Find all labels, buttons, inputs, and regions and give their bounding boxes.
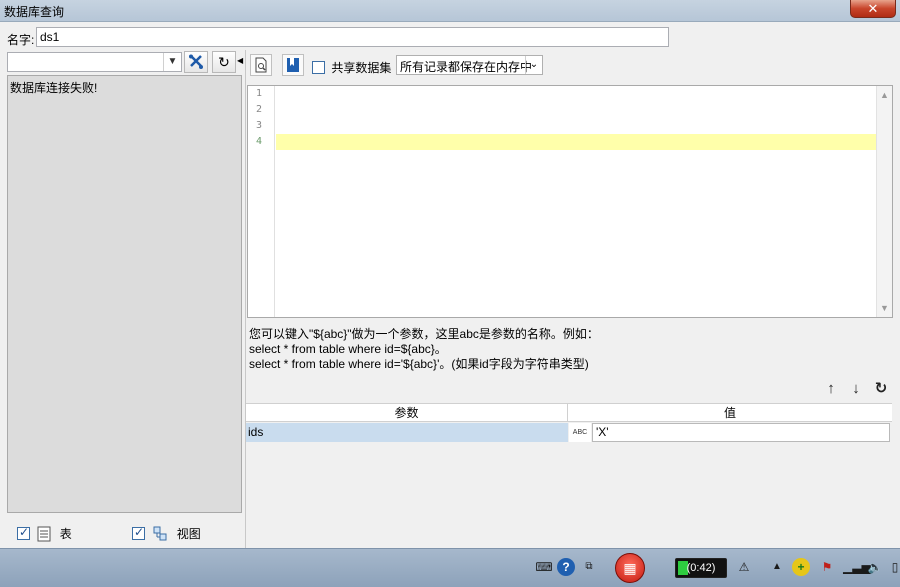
chevron-down-icon[interactable]: ⌄ bbox=[525, 56, 542, 74]
memory-mode-select[interactable]: 所有记录都保存在内存中 ⌄ bbox=[396, 55, 543, 75]
show-tables-toggle[interactable]: 表 bbox=[17, 525, 72, 543]
param-value-cell[interactable]: 'X' bbox=[592, 423, 890, 442]
connection-error-message: 数据库连接失败! bbox=[10, 81, 98, 95]
preview-button[interactable] bbox=[250, 54, 272, 76]
parameter-table-header: 参数 值 bbox=[246, 403, 892, 422]
restore-icon[interactable]: ⧉ bbox=[580, 558, 598, 576]
more-arrow-icon[interactable]: ◀ bbox=[237, 56, 243, 65]
left-panel: ▼ ↻ ◀ 数据库连接失败! 表 视图 bbox=[4, 50, 244, 548]
line-number: 2 bbox=[256, 104, 263, 115]
show-views-label: 视图 bbox=[176, 527, 201, 541]
memory-mode-value: 所有记录都保存在内存中 bbox=[400, 60, 533, 74]
signal-icon[interactable]: ▁▃▅ bbox=[843, 558, 871, 576]
param-name-cell[interactable]: ids bbox=[246, 423, 568, 442]
device-icon[interactable]: ▯ bbox=[886, 558, 900, 576]
column-header-value[interactable]: 值 bbox=[569, 404, 891, 422]
bookmark-icon bbox=[287, 58, 299, 72]
chevron-down-icon[interactable]: ▼ bbox=[163, 53, 181, 71]
name-row: 名字: ds1 bbox=[0, 24, 900, 50]
line-number-gutter: 1 2 3 4 bbox=[248, 86, 275, 317]
sql-editor[interactable]: 1 2 3 4 ▲ ▼ bbox=[247, 85, 893, 318]
string-type-icon: ABC bbox=[572, 429, 588, 436]
show-tables-checkbox[interactable] bbox=[17, 525, 30, 540]
refresh-button[interactable]: ↻ bbox=[212, 51, 236, 73]
connection-select[interactable]: ▼ bbox=[7, 52, 182, 72]
arrow-down-icon: ↓ bbox=[852, 380, 860, 397]
show-tables-label: 表 bbox=[59, 527, 72, 541]
windows-logo-icon: ▦ bbox=[623, 560, 637, 576]
scroll-up-icon[interactable]: ▲ bbox=[877, 88, 892, 102]
param-type-selector[interactable]: ABC bbox=[569, 423, 591, 442]
name-input[interactable]: ds1 bbox=[36, 27, 669, 47]
help-icon[interactable]: ? bbox=[557, 558, 575, 576]
scroll-down-icon[interactable]: ▼ bbox=[877, 301, 892, 315]
move-up-button[interactable]: ↑ bbox=[822, 380, 840, 398]
keyboard-icon[interactable]: ⌨ bbox=[535, 558, 553, 576]
add-icon[interactable]: + bbox=[792, 558, 810, 576]
tools-icon bbox=[189, 54, 203, 69]
show-hidden-icons-icon[interactable]: ▲ bbox=[768, 558, 786, 576]
current-line-highlight bbox=[276, 134, 876, 150]
line-number: 4 bbox=[256, 136, 263, 147]
right-panel: 共享数据集 所有记录都保存在内存中 ⌄ 1 2 3 4 ▲ ▼ 您可以键入"${… bbox=[245, 50, 893, 548]
hint-line: select * from table where id=${abc}。 bbox=[249, 342, 447, 356]
table-icon bbox=[37, 526, 51, 541]
column-header-param[interactable]: 参数 bbox=[246, 404, 568, 422]
volume-icon[interactable]: 🔈 bbox=[866, 558, 884, 576]
refresh-params-button[interactable]: ↻ bbox=[872, 380, 890, 398]
table-tree[interactable]: 数据库连接失败! bbox=[7, 75, 242, 513]
taskbar: ⌨ ? ⧉ ▦ (0:42) ⚠ ▲ + ⚑ ▁▃▅ 🔈 ▯ bbox=[0, 548, 900, 587]
start-button[interactable]: ▦ bbox=[615, 553, 645, 583]
shared-dataset-toggle[interactable]: 共享数据集 bbox=[312, 59, 391, 76]
battery-indicator[interactable]: (0:42) bbox=[675, 558, 727, 578]
parameter-table: 参数 值 ids ABC 'X' bbox=[246, 403, 892, 442]
parameter-hint: 您可以键入"${abc}"做为一个参数，这里abc是参数的名称。例如： sele… bbox=[249, 327, 599, 372]
battery-time: (0:42) bbox=[686, 562, 716, 574]
show-views-checkbox[interactable] bbox=[132, 525, 145, 540]
hint-line: 您可以键入"${abc}"做为一个参数，这里abc是参数的名称。例如： bbox=[249, 327, 599, 341]
window-title: 数据库查询 bbox=[4, 5, 65, 19]
shared-dataset-label: 共享数据集 bbox=[331, 61, 392, 75]
move-down-button[interactable]: ↓ bbox=[847, 380, 865, 398]
view-icon bbox=[153, 526, 167, 540]
editor-scrollbar[interactable]: ▲ ▼ bbox=[876, 86, 892, 317]
line-number: 1 bbox=[256, 88, 263, 99]
line-number: 3 bbox=[256, 120, 263, 131]
warning-icon[interactable]: ⚠ bbox=[735, 558, 753, 576]
refresh-icon: ↻ bbox=[218, 54, 230, 70]
network-disconnected-icon[interactable]: ⚑ bbox=[818, 558, 836, 576]
preview-icon bbox=[255, 57, 267, 73]
refresh-icon: ↻ bbox=[874, 380, 888, 397]
hint-line: select * from table where id='${abc}'。(如… bbox=[249, 357, 589, 371]
title-bar: 数据库查询 ✕ bbox=[0, 0, 900, 22]
shared-dataset-checkbox[interactable] bbox=[312, 61, 325, 74]
close-button[interactable]: ✕ bbox=[850, 0, 896, 18]
name-label: 名字: bbox=[7, 33, 35, 47]
connection-settings-button[interactable] bbox=[184, 51, 208, 73]
query-toolbar: 共享数据集 所有记录都保存在内存中 ⌄ bbox=[246, 50, 894, 78]
table-row[interactable]: ids ABC 'X' bbox=[246, 422, 892, 442]
show-views-toggle[interactable]: 视图 bbox=[132, 525, 201, 543]
save-query-button[interactable] bbox=[282, 54, 304, 76]
arrow-up-icon: ↑ bbox=[827, 380, 835, 397]
